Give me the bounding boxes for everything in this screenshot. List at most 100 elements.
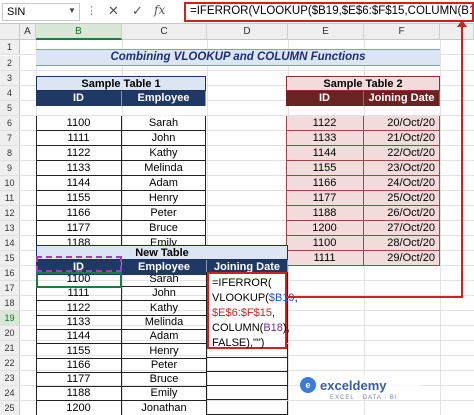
table2-cell-id[interactable]: 1166 (286, 176, 364, 191)
new-table-cell-id[interactable]: 1155 (36, 343, 122, 359)
table1-cell-id[interactable]: 1100 (36, 116, 122, 131)
table1-cell-id[interactable]: 1144 (36, 176, 122, 191)
new-table-cell-id[interactable]: 1188 (36, 386, 122, 402)
row-header-23[interactable]: 23 (0, 371, 20, 386)
new-table-cell-name[interactable]: Sarah (122, 272, 207, 287)
table2-cell-date[interactable]: 22/Oct/20 (364, 146, 440, 161)
new-table-cell-id[interactable]: 1177 (36, 372, 122, 388)
row-header-15[interactable]: 15 (0, 251, 20, 266)
new-table-cell-id[interactable]: 1144 (36, 329, 122, 345)
row-header-7[interactable]: 7 (0, 131, 20, 146)
row-header-2[interactable]: 2 (0, 56, 20, 71)
table1-cell-id[interactable]: 1155 (36, 191, 122, 206)
table1-cell-name[interactable]: John (122, 131, 206, 146)
new-table-cell-date[interactable] (207, 386, 288, 401)
new-table-cell-date[interactable] (207, 357, 288, 372)
table1-cell-name[interactable]: Kathy (122, 146, 206, 161)
table2-cell-date[interactable]: 24/Oct/20 (364, 176, 440, 191)
new-table-cell-name[interactable]: Adam (122, 329, 207, 345)
cancel-icon[interactable]: ✕ (108, 3, 119, 19)
chevron-down-icon[interactable]: ▼ (68, 6, 76, 15)
table1-cell-id[interactable]: 1122 (36, 146, 122, 161)
table2-cell-date[interactable]: 27/Oct/20 (364, 221, 440, 236)
new-table-cell-date[interactable] (207, 400, 288, 415)
new-table-cell-id[interactable]: 1200 (36, 400, 122, 415)
formula-input[interactable]: =IFERROR(VLOOKUP($B19,$E$6:$F$15,COLUMN(… (184, 2, 474, 22)
column-header-f[interactable]: F (364, 24, 440, 40)
row-header-12[interactable]: 12 (0, 206, 20, 221)
table1-cell-name[interactable]: Peter (122, 206, 206, 221)
insert-function-icon[interactable]: fx (154, 3, 165, 17)
table2-cell-id[interactable]: 1188 (286, 206, 364, 221)
table1-cell-id[interactable]: 1177 (36, 221, 122, 236)
row-header-6[interactable]: 6 (0, 116, 20, 131)
table2-cell-date[interactable]: 29/Oct/20 (364, 251, 440, 266)
in-cell-formula-editor[interactable]: =IFERROR( VLOOKUP($B19, $E$6:$F$15, COLU… (207, 272, 298, 349)
row-header-11[interactable]: 11 (0, 191, 20, 206)
row-header-22[interactable]: 22 (0, 356, 20, 371)
table2-cell-id[interactable]: 1200 (286, 221, 364, 236)
row-header-1[interactable]: 1 (0, 40, 20, 55)
row-header-14[interactable]: 14 (0, 236, 20, 251)
column-header-e[interactable]: E (288, 24, 364, 40)
table2-caption: Sample Table 2 (286, 76, 440, 91)
column-header-a[interactable]: A (20, 24, 36, 40)
row-header-21[interactable]: 21 (0, 341, 20, 356)
row-header-9[interactable]: 9 (0, 161, 20, 176)
row-header-19[interactable]: 19 (0, 311, 20, 326)
copy-selection-marquee (36, 256, 122, 272)
row-header-4[interactable]: 4 (0, 86, 20, 101)
table2-cell-date[interactable]: 26/Oct/20 (364, 206, 440, 221)
table2-cell-id[interactable]: 1133 (286, 131, 364, 146)
row-header-20[interactable]: 20 (0, 326, 20, 341)
row-header-17[interactable]: 17 (0, 281, 20, 296)
new-table-cell-id[interactable]: 1111 (36, 286, 122, 302)
new-table-cell-name[interactable]: Henry (122, 343, 207, 359)
table2-cell-date[interactable]: 20/Oct/20 (364, 116, 440, 131)
table1-cell-name[interactable]: Bruce (122, 221, 206, 236)
row-header-8[interactable]: 8 (0, 146, 20, 161)
table2-cell-id[interactable]: 1111 (286, 251, 364, 266)
new-table-cell-name[interactable]: Jonathan (122, 400, 207, 415)
new-table-cell-id[interactable]: 1166 (36, 357, 122, 373)
table2-cell-date[interactable]: 23/Oct/20 (364, 161, 440, 176)
column-header-b[interactable]: B (36, 24, 122, 40)
table2-cell-date[interactable]: 25/Oct/20 (364, 191, 440, 206)
table2-cell-id[interactable]: 1144 (286, 146, 364, 161)
new-table-cell-id[interactable]: 1133 (36, 314, 122, 330)
new-table-cell-date[interactable] (207, 372, 288, 387)
new-table-cell-name[interactable]: Kathy (122, 300, 207, 316)
new-table-cell-name[interactable]: Peter (122, 357, 207, 373)
new-table-cell-id[interactable]: 1122 (36, 300, 122, 316)
table2-cell-id[interactable]: 1122 (286, 116, 364, 131)
table2-cell-id[interactable]: 1100 (286, 236, 364, 251)
table2-cell-id[interactable]: 1177 (286, 191, 364, 206)
row-header-10[interactable]: 10 (0, 176, 20, 191)
new-table-cell-name[interactable]: Bruce (122, 372, 207, 388)
row-header-18[interactable]: 18 (0, 296, 20, 311)
table2-cell-date[interactable]: 28/Oct/20 (364, 236, 440, 251)
select-all-corner[interactable] (0, 24, 20, 40)
row-header-5[interactable]: 5 (0, 101, 20, 116)
row-header-25[interactable]: 25 (0, 401, 20, 415)
table1-cell-name[interactable]: Henry (122, 191, 206, 206)
column-header-c[interactable]: C (122, 24, 207, 40)
new-table-cell-name[interactable]: John (122, 286, 207, 302)
row-header-16[interactable]: 16 (0, 266, 20, 281)
table2-cell-date[interactable]: 21/Oct/20 (364, 131, 440, 146)
table2-cell-id[interactable]: 1155 (286, 161, 364, 176)
table1-cell-name[interactable]: Sarah (122, 116, 206, 131)
row-header-24[interactable]: 24 (0, 386, 20, 401)
table1-cell-id[interactable]: 1111 (36, 131, 122, 146)
new-table-cell-name[interactable]: Melinda (122, 314, 207, 330)
table1-cell-id[interactable]: 1166 (36, 206, 122, 221)
enter-icon[interactable]: ✓ (132, 3, 143, 19)
column-header-d[interactable]: D (207, 24, 288, 40)
formula-line-1: =IFERROR( (212, 277, 272, 289)
table1-cell-name[interactable]: Adam (122, 176, 206, 191)
table1-cell-id[interactable]: 1133 (36, 161, 122, 176)
new-table-cell-name[interactable]: Emily (122, 386, 207, 402)
row-header-13[interactable]: 13 (0, 221, 20, 236)
row-header-3[interactable]: 3 (0, 71, 20, 86)
table1-cell-name[interactable]: Melinda (122, 161, 206, 176)
